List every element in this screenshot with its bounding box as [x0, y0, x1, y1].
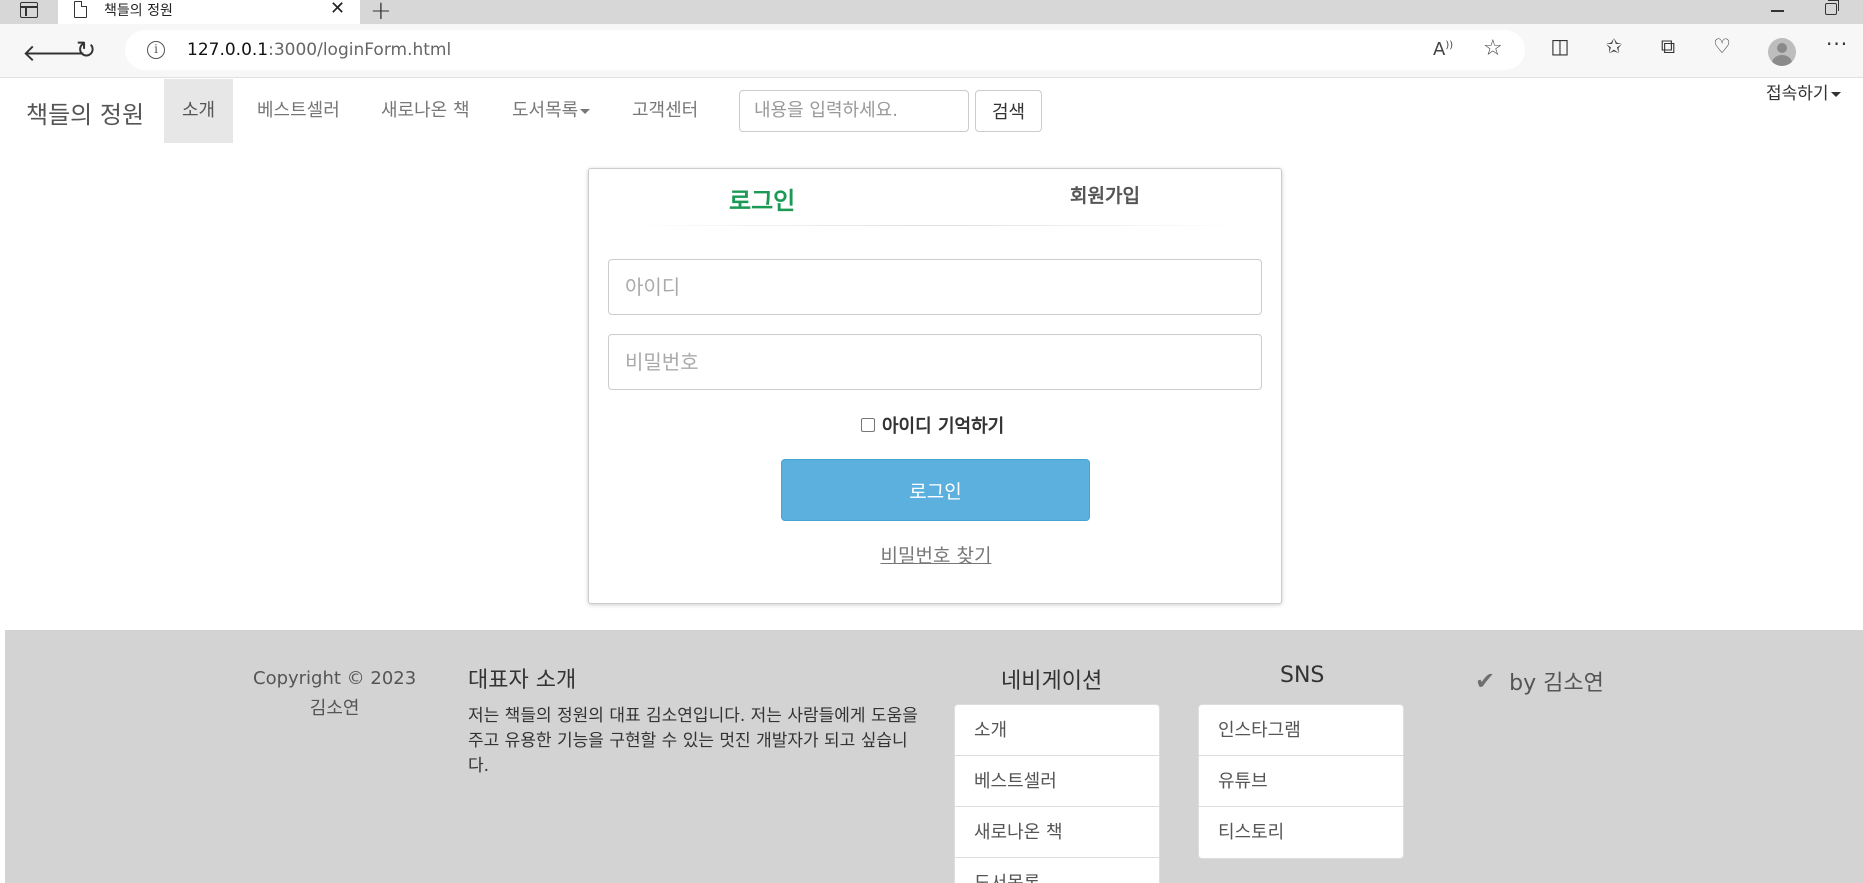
url-host: 127.0.0.1: [187, 40, 269, 60]
sns-title: SNS: [1280, 663, 1325, 688]
connect-dropdown[interactable]: 접속하기: [1766, 79, 1841, 104]
connect-label: 접속하기: [1766, 84, 1829, 104]
page-icon: [74, 1, 87, 18]
footer-nav-link[interactable]: 새로나온 책: [955, 807, 1159, 858]
tab-login[interactable]: 로그인: [729, 181, 795, 216]
author-credit: ✔ by 김소연: [1475, 665, 1604, 697]
find-password-label[interactable]: 비밀번호 찾기: [881, 545, 992, 567]
favorites-icon[interactable]: ✩: [1602, 34, 1626, 58]
nav-item-book-list[interactable]: 도서목록: [494, 79, 608, 143]
nav-item-intro[interactable]: 소개: [164, 79, 234, 143]
minimize-icon[interactable]: [1771, 10, 1784, 12]
footer-nav-title: 네비게이션: [1001, 669, 1103, 694]
url-path: :3000/loginForm.html: [268, 40, 452, 60]
login-button[interactable]: 로그인: [781, 459, 1090, 521]
tab-divider: [629, 225, 1241, 226]
id-input[interactable]: 아이디: [608, 259, 1262, 315]
sns-list: 인스타그램 유튜브 티스토리: [1198, 704, 1404, 859]
remember-id[interactable]: 아이디 기억하기: [861, 412, 1004, 438]
sns-link[interactable]: 유튜브: [1199, 756, 1403, 807]
footer-nav-list: 소개 베스트셀러 새로나온 책 도서목록: [954, 704, 1160, 883]
split-screen-icon[interactable]: ◫: [1548, 34, 1572, 58]
caret-down-icon: [580, 108, 591, 114]
search-input[interactable]: 내용을 입력하세요.: [739, 90, 969, 132]
tab-title: 책들의 정원: [104, 3, 173, 19]
remember-id-checkbox[interactable]: [861, 418, 875, 432]
login-card: 로그인 회원가입 아이디 비밀번호 아이디 기억하기 로그인 비밀번호 찾기: [588, 168, 1282, 604]
check-icon: ✔: [1475, 667, 1496, 695]
remember-id-label: 아이디 기억하기: [882, 416, 1005, 437]
more-icon[interactable]: ···: [1826, 32, 1848, 56]
sidebar-icon[interactable]: [20, 2, 38, 18]
read-aloud-icon[interactable]: A)): [1433, 39, 1453, 60]
footer-nav-link[interactable]: 소개: [955, 705, 1159, 756]
caret-down-icon: [1830, 91, 1841, 97]
brand-logo[interactable]: 책들의 정원: [26, 95, 144, 130]
nav-item-support[interactable]: 고객센터: [614, 79, 716, 143]
copyright-author: 김소연: [309, 698, 360, 719]
tab-signup[interactable]: 회원가입: [1070, 181, 1140, 208]
address-toolbar: 🡐 ↻ i 127.0.0.1:3000/loginForm.html A)) …: [0, 24, 1863, 78]
url-text: 127.0.0.1:3000/loginForm.html: [187, 40, 451, 60]
copyright: Copyright © 2023 김소연: [253, 664, 416, 724]
browser-tab-strip: 책들의 정원 ✕ +: [0, 0, 1863, 26]
find-password-link[interactable]: 비밀번호 찾기: [589, 541, 1283, 568]
author-credit-text: by 김소연: [1509, 671, 1604, 696]
new-tab-icon[interactable]: +: [370, 0, 392, 26]
favorite-star-icon[interactable]: ☆: [1483, 36, 1503, 61]
url-field[interactable]: i 127.0.0.1:3000/loginForm.html A)) ☆: [125, 30, 1525, 70]
browser-tab[interactable]: 책들의 정원 ✕: [58, 0, 360, 24]
profile-avatar[interactable]: [1768, 38, 1796, 66]
info-icon[interactable]: i: [147, 41, 165, 59]
nav-item-bestseller[interactable]: 베스트셀러: [239, 79, 358, 143]
footer-nav-link[interactable]: 도서목록: [955, 858, 1159, 883]
footer-nav-link[interactable]: 베스트셀러: [955, 756, 1159, 807]
ceo-text: 저는 책들의 정원의 대표 김소연입니다. 저는 사람들에게 도움을 주고 유용…: [468, 706, 918, 776]
search-button[interactable]: 검색: [975, 90, 1042, 132]
site-navbar: 책들의 정원 소개 베스트셀러 새로나온 책 도서목록 고객센터 내용을 입력하…: [5, 79, 1863, 143]
nav-item-book-list-label: 도서목록: [512, 100, 579, 121]
sns-link[interactable]: 티스토리: [1199, 807, 1403, 858]
health-icon[interactable]: ♡: [1710, 34, 1734, 58]
ceo-title: 대표자 소개: [468, 668, 577, 693]
sns-link[interactable]: 인스타그램: [1199, 705, 1403, 756]
footer: Copyright © 2023 김소연 대표자 소개 저는 책들의 정원의 대…: [5, 630, 1863, 883]
copyright-line: Copyright © 2023: [253, 668, 417, 689]
tab-close-icon[interactable]: ✕: [330, 0, 345, 19]
restore-icon[interactable]: [1825, 0, 1839, 15]
collections-icon[interactable]: ⧉: [1656, 34, 1680, 58]
nav-item-new-books[interactable]: 새로나온 책: [363, 79, 488, 143]
password-input[interactable]: 비밀번호: [608, 334, 1262, 390]
reload-icon[interactable]: ↻: [76, 36, 96, 64]
